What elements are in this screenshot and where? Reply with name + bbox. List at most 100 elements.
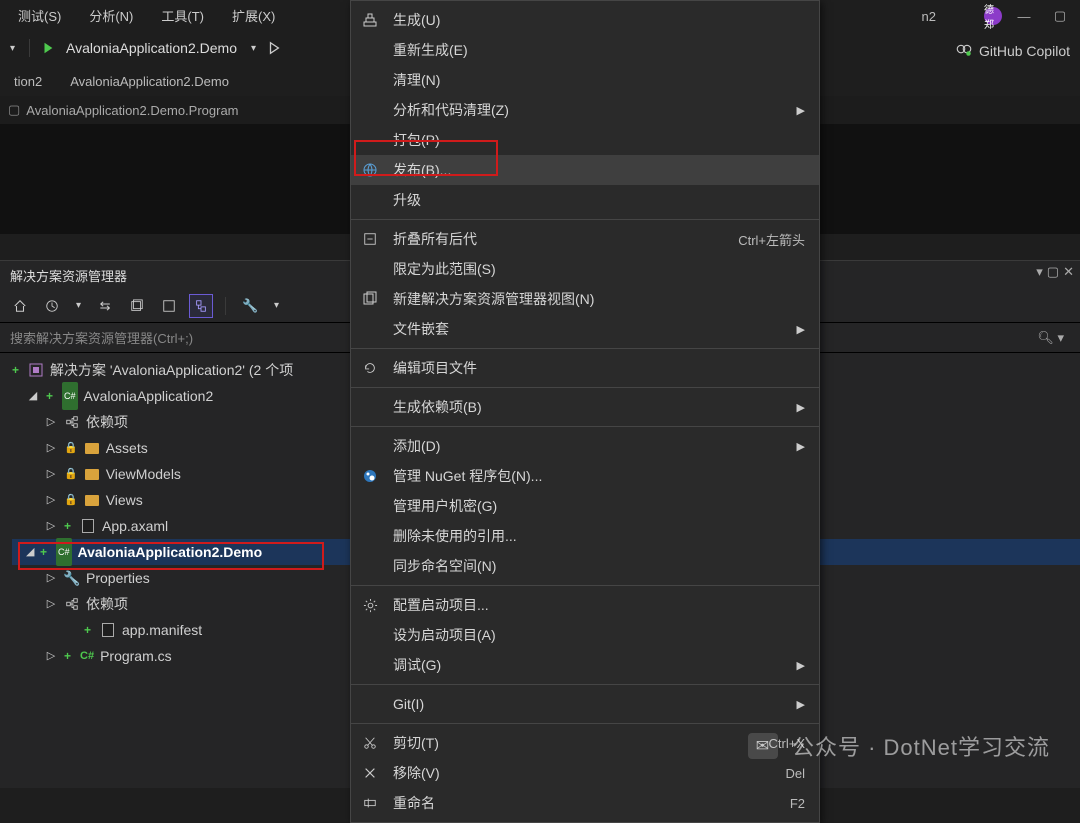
- chevron-right-icon[interactable]: ▷: [44, 591, 58, 617]
- context-menu-item[interactable]: 重新生成(E): [351, 35, 819, 65]
- save-all-icon[interactable]: [125, 294, 149, 318]
- context-menu-item[interactable]: 折叠所有后代Ctrl+左箭头: [351, 224, 819, 254]
- blank-icon: [361, 557, 379, 575]
- search-icon[interactable]: 🔍︎ ▾: [1037, 330, 1070, 346]
- dropdown-arrow-icon[interactable]: ▾: [72, 300, 85, 311]
- context-menu-item[interactable]: 生成依赖项(B) ▶: [351, 392, 819, 422]
- nuget-icon: [361, 467, 379, 485]
- context-menu-item[interactable]: 删除未使用的引用...: [351, 521, 819, 551]
- dropdown-arrow-icon[interactable]: ▾: [247, 43, 260, 54]
- run-target[interactable]: AvaloniaApplication2.Demo: [62, 38, 241, 58]
- cut-icon: [361, 734, 379, 752]
- context-menu-item[interactable]: 新建解决方案资源管理器视图(N): [351, 284, 819, 314]
- menu-separator: [351, 684, 819, 685]
- search-placeholder: 搜索解决方案资源管理器(Ctrl+;): [10, 328, 193, 347]
- dropdown-arrow-icon[interactable]: ▾: [1036, 264, 1043, 280]
- dropdown-arrow-icon[interactable]: ▾: [6, 43, 19, 54]
- submenu-arrow-icon: ▶: [797, 323, 805, 336]
- context-menu-item[interactable]: 移除(V)Del: [351, 758, 819, 788]
- context-menu-item[interactable]: 同步命名空间(N): [351, 551, 819, 581]
- newview-icon: [361, 290, 379, 308]
- menu-separator: [351, 723, 819, 724]
- menu-tools[interactable]: 工具(T): [151, 2, 214, 29]
- menu-item-label: 升级: [393, 190, 805, 210]
- blank-icon: [361, 527, 379, 545]
- refresh-icon: [361, 359, 379, 377]
- menu-item-label: 调试(G): [393, 655, 783, 675]
- context-menu-item[interactable]: 重命名F2: [351, 788, 819, 818]
- lock-icon: 🔒: [64, 487, 78, 513]
- blank-icon: [361, 191, 379, 209]
- context-menu-item[interactable]: 打包(P): [351, 125, 819, 155]
- menu-extensions[interactable]: 扩展(X): [222, 2, 285, 29]
- context-menu-item[interactable]: 生成(U): [351, 5, 819, 35]
- menu-item-label: 管理 NuGet 程序包(N)...: [393, 466, 805, 486]
- solution-label: 解决方案 'AvaloniaApplication2' (2 个项: [50, 357, 293, 383]
- context-menu-item[interactable]: 设为启动项目(A): [351, 620, 819, 650]
- chevron-right-icon[interactable]: ▷: [44, 461, 58, 487]
- history-icon[interactable]: [40, 294, 64, 318]
- chevron-right-icon[interactable]: ▷: [44, 487, 58, 513]
- blank-icon: [361, 260, 379, 278]
- menu-test[interactable]: 测试(S): [8, 2, 71, 29]
- context-menu-item[interactable]: 管理用户机密(G): [351, 491, 819, 521]
- sync-icon[interactable]: ⇆: [93, 294, 117, 318]
- submenu-arrow-icon: ▶: [797, 401, 805, 414]
- context-menu-item[interactable]: 文件嵌套 ▶: [351, 314, 819, 344]
- context-menu-item[interactable]: 编辑项目文件: [351, 353, 819, 383]
- minimize-button[interactable]: —: [1010, 2, 1038, 30]
- rename-icon: [361, 794, 379, 812]
- context-menu-item[interactable]: 配置启动项目...: [351, 590, 819, 620]
- menu-item-label: 生成依赖项(B): [393, 397, 783, 417]
- show-all-icon[interactable]: [157, 294, 181, 318]
- context-menu-item[interactable]: 调试(G)▶: [351, 650, 819, 680]
- context-menu-item[interactable]: 剪切(T)Ctrl+X: [351, 728, 819, 758]
- context-menu-item[interactable]: 分析和代码清理(Z)▶: [351, 95, 819, 125]
- globe-icon: [361, 161, 379, 179]
- menu-item-label: 折叠所有后代: [393, 229, 671, 249]
- menu-analyze[interactable]: 分析(N): [79, 2, 143, 29]
- chevron-right-icon[interactable]: ▷: [44, 643, 58, 669]
- dropdown-arrow-icon[interactable]: ▾: [270, 300, 283, 311]
- user-avatar-icon[interactable]: 德郑: [984, 7, 1002, 25]
- class-view-icon[interactable]: [189, 294, 213, 318]
- github-copilot-button[interactable]: GitHub Copilot: [955, 40, 1070, 61]
- project-label: AvaloniaApplication2: [84, 383, 214, 409]
- play-icon[interactable]: [40, 40, 56, 56]
- context-menu-item[interactable]: 添加(D)▶: [351, 431, 819, 461]
- chevron-right-icon[interactable]: ▷: [44, 513, 58, 539]
- chevron-right-icon[interactable]: ▷: [44, 409, 58, 435]
- close-icon[interactable]: ✕: [1063, 264, 1074, 280]
- file-icon: [80, 518, 96, 534]
- copilot-label: GitHub Copilot: [979, 43, 1070, 59]
- chevron-down-icon[interactable]: ◢: [26, 539, 34, 565]
- menu-item-label: 编辑项目文件: [393, 358, 805, 378]
- context-menu-item[interactable]: 发布(B)...: [351, 155, 819, 185]
- play-outline-icon[interactable]: [266, 40, 282, 56]
- context-menu-item[interactable]: 升级: [351, 185, 819, 215]
- chevron-right-icon[interactable]: ▷: [44, 435, 58, 461]
- menu-item-label: 文件嵌套: [393, 319, 783, 339]
- menu-item-label: 打包(P): [393, 130, 805, 150]
- chevron-down-icon[interactable]: ◢: [26, 383, 40, 409]
- blank-icon: [361, 626, 379, 644]
- context-menu-item[interactable]: 清理(N): [351, 65, 819, 95]
- maximize-icon[interactable]: ▢: [1047, 264, 1059, 280]
- context-menu-item[interactable]: Git(I)▶: [351, 689, 819, 719]
- context-menu-item[interactable]: 限定为此范围(S): [351, 254, 819, 284]
- app-title: n2: [922, 9, 936, 24]
- home-icon[interactable]: [8, 294, 32, 318]
- panel-controls: ▾ ▢ ✕: [1036, 264, 1074, 280]
- menu-item-label: 配置启动项目...: [393, 595, 805, 615]
- editor-tab[interactable]: tion2: [0, 68, 56, 95]
- maximize-button[interactable]: ▢: [1046, 2, 1074, 30]
- chevron-right-icon[interactable]: ▷: [44, 565, 58, 591]
- context-menu-item[interactable]: 管理 NuGet 程序包(N)...: [351, 461, 819, 491]
- editor-tab[interactable]: AvaloniaApplication2.Demo: [56, 68, 243, 95]
- wrench-icon[interactable]: 🔧: [238, 294, 262, 318]
- dependencies-icon: [64, 414, 80, 430]
- blank-icon: [361, 71, 379, 89]
- blank-icon: [361, 656, 379, 674]
- titlebar-right: n2 德郑 — ▢: [922, 2, 1080, 30]
- blank-icon: [361, 437, 379, 455]
